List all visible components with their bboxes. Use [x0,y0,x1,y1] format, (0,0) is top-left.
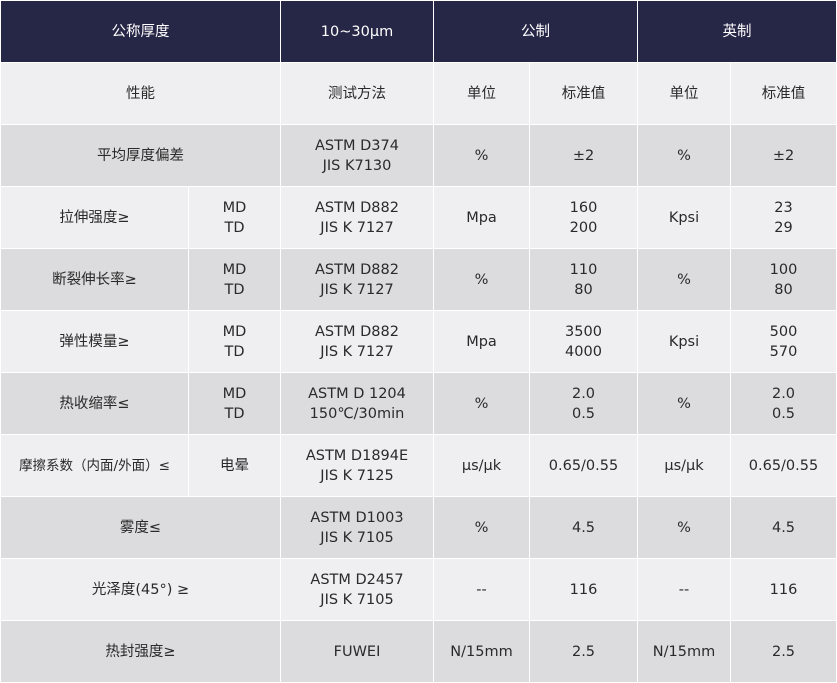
property-cell: 弹性模量≥ [0,310,189,373]
value-metric-cell: 0.65/0.55 [529,434,638,497]
table-row: 摩擦系数（内面/外面）≤ 电晕 ASTM D1894E JIS K 7125 μ… [0,434,837,497]
subheader-property: 性能 [0,62,281,125]
value-metric-cell: ±2 [529,124,638,187]
table-row: 热封强度≥ FUWEI N/15mm 2.5 N/15mm 2.5 [0,620,837,683]
value-imperial-cell: 4.5 [730,496,837,559]
unit-imperial-cell: % [637,372,731,435]
value-imperial-cell: 2.5 [730,620,837,683]
property-cell: 断裂伸长率≥ [0,248,189,311]
property-cell: 热封强度≥ [0,620,281,683]
unit-metric-cell: % [433,124,530,187]
subheader-std-imperial: 标准值 [730,62,837,125]
value-imperial-cell: 116 [730,558,837,621]
unit-imperial-cell: % [637,496,731,559]
method-cell: FUWEI [280,620,434,683]
unit-metric-cell: μs/μk [433,434,530,497]
value-metric-cell: 110 80 [529,248,638,311]
unit-imperial-cell: -- [637,558,731,621]
method-cell: ASTM D2457 JIS K 7105 [280,558,434,621]
unit-imperial-cell: Kpsi [637,310,731,373]
subheader-unit-metric: 单位 [433,62,530,125]
unit-metric-cell: Mpa [433,310,530,373]
unit-metric-cell: -- [433,558,530,621]
direction-cell: MD TD [188,248,281,311]
subheader-method: 测试方法 [280,62,434,125]
direction-cell: MD TD [188,310,281,373]
value-metric-cell: 2.5 [529,620,638,683]
value-imperial-cell: 2.0 0.5 [730,372,837,435]
value-imperial-cell: 500 570 [730,310,837,373]
value-metric-cell: 4.5 [529,496,638,559]
unit-imperial-cell: Kpsi [637,186,731,249]
value-metric-cell: 160 200 [529,186,638,249]
value-imperial-cell: 0.65/0.55 [730,434,837,497]
table-row: 弹性模量≥ MD TD ASTM D882 JIS K 7127 Mpa 350… [0,310,837,373]
unit-imperial-cell: μs/μk [637,434,731,497]
header-metric: 公制 [433,0,638,63]
subheader-unit-imperial: 单位 [637,62,731,125]
direction-cell: MD TD [188,186,281,249]
unit-metric-cell: % [433,496,530,559]
method-cell: ASTM D 1204 150℃/30min [280,372,434,435]
value-imperial-cell: 100 80 [730,248,837,311]
subheader-std-metric: 标准值 [529,62,638,125]
method-cell: ASTM D882 JIS K 7127 [280,248,434,311]
table-row: 拉伸强度≥ MD TD ASTM D882 JIS K 7127 Mpa 160… [0,186,837,249]
method-cell: ASTM D882 JIS K 7127 [280,310,434,373]
table-row: 平均厚度偏差 ASTM D374 JIS K7130 % ±2 % ±2 [0,124,837,187]
value-metric-cell: 2.0 0.5 [529,372,638,435]
unit-metric-cell: % [433,248,530,311]
header-row: 公称厚度 10~30μm 公制 英制 [0,0,837,63]
direction-cell: MD TD [188,372,281,435]
method-cell: ASTM D1003 JIS K 7105 [280,496,434,559]
method-cell: ASTM D1894E JIS K 7125 [280,434,434,497]
unit-metric-cell: Mpa [433,186,530,249]
method-cell: ASTM D374 JIS K7130 [280,124,434,187]
header-imperial: 英制 [637,0,837,63]
table-row: 雾度≤ ASTM D1003 JIS K 7105 % 4.5 % 4.5 [0,496,837,559]
table-row: 热收缩率≤ MD TD ASTM D 1204 150℃/30min % 2.0… [0,372,837,435]
unit-imperial-cell: % [637,124,731,187]
property-cell: 热收缩率≤ [0,372,189,435]
unit-metric-cell: % [433,372,530,435]
value-metric-cell: 3500 4000 [529,310,638,373]
table-row: 断裂伸长率≥ MD TD ASTM D882 JIS K 7127 % 110 … [0,248,837,311]
value-imperial-cell: 23 29 [730,186,837,249]
property-cell: 雾度≤ [0,496,281,559]
table-row: 光泽度(45°) ≥ ASTM D2457 JIS K 7105 -- 116 … [0,558,837,621]
unit-imperial-cell: N/15mm [637,620,731,683]
subheader-row: 性能 测试方法 单位 标准值 单位 标准值 [0,62,837,125]
value-metric-cell: 116 [529,558,638,621]
header-thickness-value: 10~30μm [280,0,434,63]
header-thickness-label: 公称厚度 [0,0,281,63]
method-cell: ASTM D882 JIS K 7127 [280,186,434,249]
value-imperial-cell: ±2 [730,124,837,187]
property-cell: 摩擦系数（内面/外面）≤ [0,434,189,497]
spec-table: 公称厚度 10~30μm 公制 英制 性能 测试方法 单位 标准值 单位 标准值… [0,0,837,683]
unit-imperial-cell: % [637,248,731,311]
property-cell: 平均厚度偏差 [0,124,281,187]
unit-metric-cell: N/15mm [433,620,530,683]
direction-cell: 电晕 [188,434,281,497]
property-cell: 光泽度(45°) ≥ [0,558,281,621]
property-cell: 拉伸强度≥ [0,186,189,249]
